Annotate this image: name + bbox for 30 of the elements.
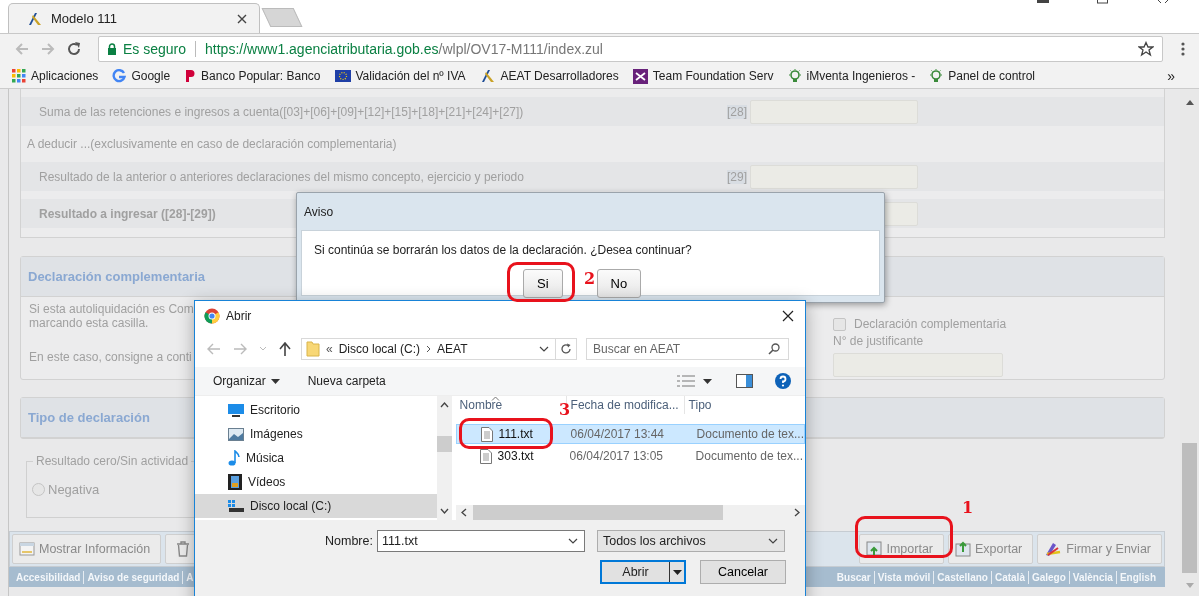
dialog-title: Abrir [226,309,252,323]
dialog-title: Aviso [304,204,334,219]
file-date: 06/04/2017 13:44 [569,427,666,441]
section-title: Declaración complementaria [28,269,206,284]
filename-label: Nombre: [325,534,373,548]
security-label: Es seguro [123,41,187,57]
section-note: A deducir ...(exclusivamente en caso de declaración complementaria) [26,136,398,153]
dialog-message: Si continúa se borrarán los datos de la declaración. ¿Desea continuar? [314,243,693,257]
file-type: Documento de tex... [694,449,804,463]
field-label: N° de justificante [833,334,925,348]
box-number: [29] [727,169,747,184]
file-type: Documento de tex... [695,427,804,441]
step-number: 1 [962,498,974,517]
description-text: marcando esta casilla. [29,316,149,330]
field-label: Resultado de la anterior o anteriores declaraciones del mismo concepto, ejercicio y periodo [39,169,524,184]
file-name: 303.txt [497,449,534,463]
field-label: Suma de las retenciones e ingresos a cuenta([03]+[06]+[09]+[12]+[15]+[18]+[21]+[24]+[27]) [39,104,524,119]
box-number: [28] [727,104,747,119]
description-text: Si esta autoliquidación es Com [29,302,194,316]
tab-title: Modelo 111 [51,11,117,26]
field-label: Resultado a ingresar ([28]-[29]) [39,206,216,221]
radio-label: Negativa [48,482,100,497]
file-name: 111.txt [498,427,533,441]
fieldset-legend: Resultado cero/Sin actividad [33,454,192,468]
section-title: Tipo de declaración [28,410,150,425]
file-date: 06/04/2017 13:05 [568,449,665,463]
url-text: https://www1.agenciatributaria.gob.es/wlpl/OV17-M111/index.zul [205,41,603,57]
checkbox-label: Declaración complementaria [854,317,1007,331]
step-number: 2 [584,269,596,288]
description-text: En este caso, consigne a conti [29,350,192,364]
